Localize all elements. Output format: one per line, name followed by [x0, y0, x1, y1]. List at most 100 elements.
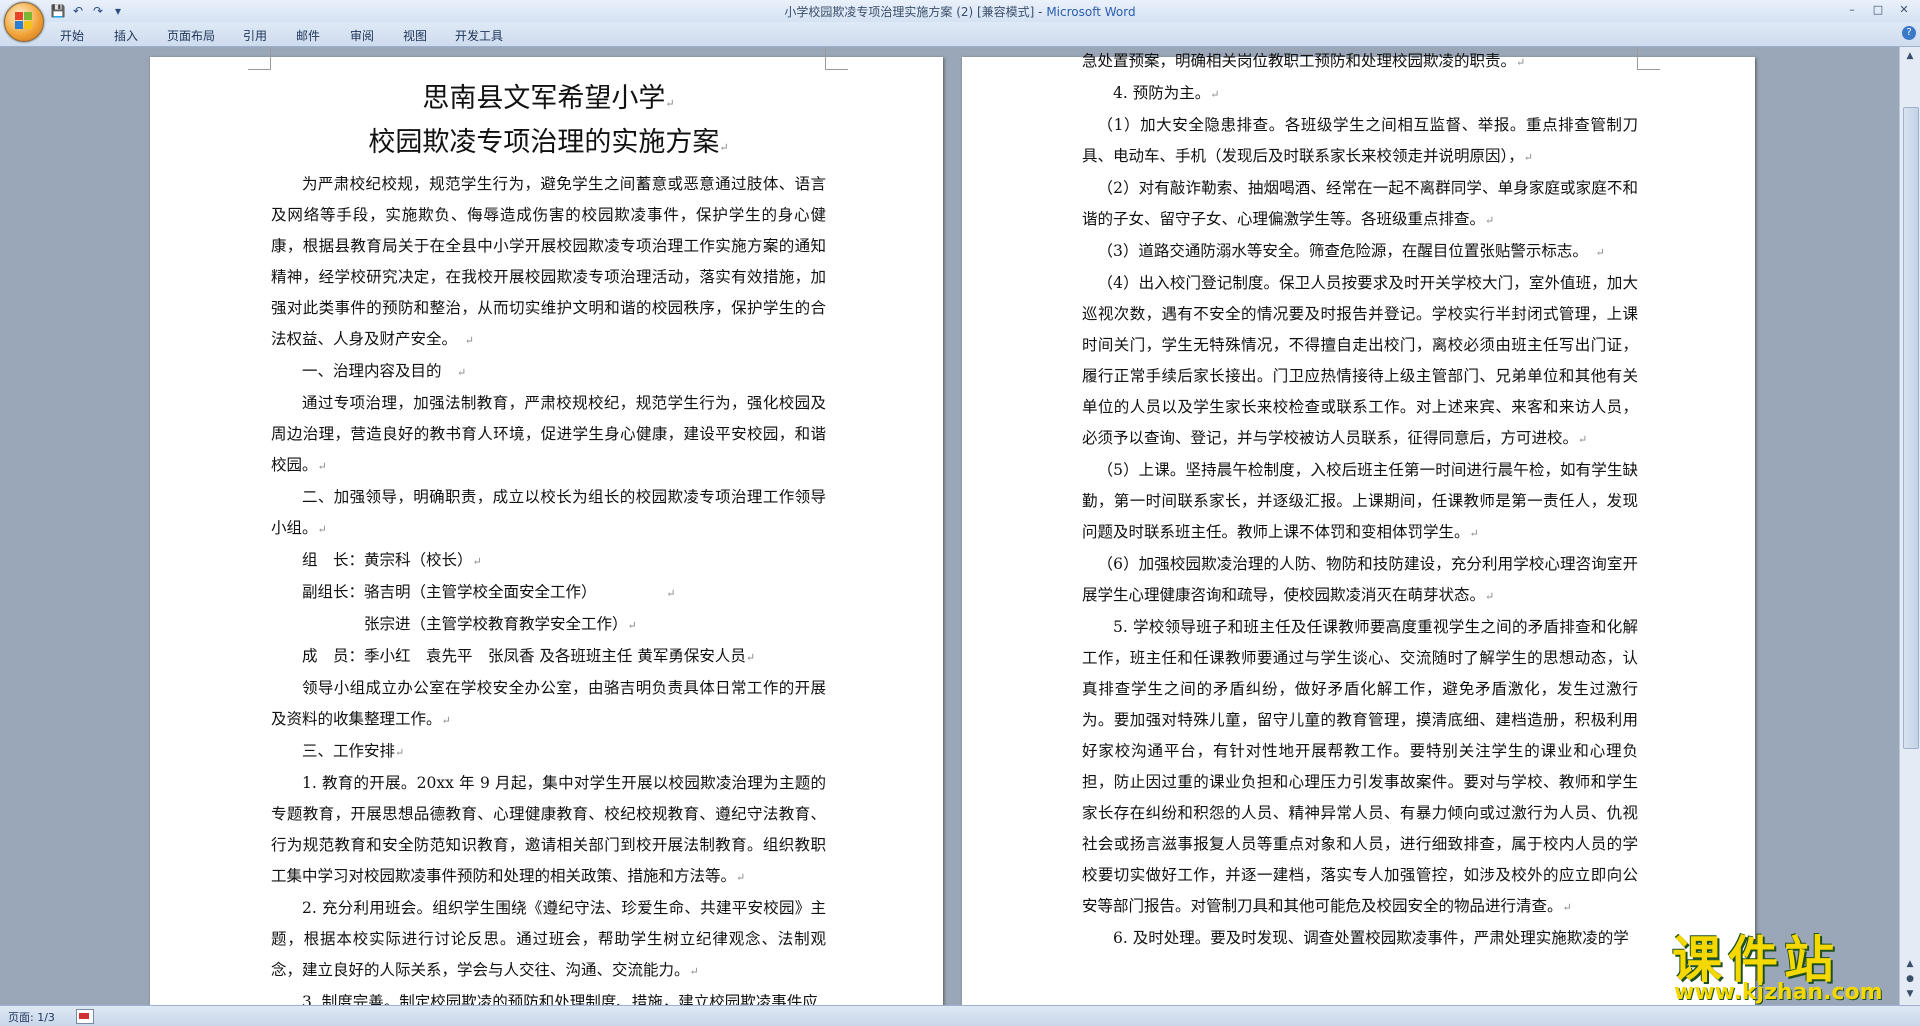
paragraph-mark: ↵: [464, 334, 474, 347]
office-button[interactable]: [4, 2, 44, 42]
paragraph-mark: ↵: [395, 746, 405, 759]
paragraph-mark: ↵: [457, 366, 467, 379]
paragraph-mark: ↵: [317, 460, 327, 473]
purpose-paragraph: 通过专项治理，加强法制教育，严肃校规校纪，规范学生行为，强化校园及周边治理，营造…: [271, 388, 826, 482]
paragraph-mark: ↵: [1485, 214, 1495, 227]
paragraph-mark: ↵: [1469, 527, 1479, 540]
status-bar: 页面: 1/3: [0, 1005, 1920, 1026]
leader-line: 组 长：黄宗科（校长）↵: [271, 545, 826, 577]
item-6-paragraph: 6. 及时处理。要及时发现、调查处置校园欺凌事件，严肃处理实施欺凌的学: [1082, 923, 1638, 954]
minimize-button[interactable]: –: [1840, 2, 1864, 18]
continuation-text: 急处置预案，明确相关岗位教职工预防和处理校园欺凌的职责。: [1082, 52, 1517, 70]
subitem-3-text: （3）道路交通防溺水等安全。筛查危险源，在醒目位置张贴警示标志。: [1097, 242, 1581, 260]
page-2-text[interactable]: 急处置预案，明确相关岗位教职工预防和处理校园欺凌的职责。↵ 4. 预防为主。↵ …: [1082, 47, 1638, 954]
members-text: 成 员：季小红 袁先平 张凤香 及各班班主任 黄军勇保安人员: [302, 647, 746, 665]
leader-text: 组 长：黄宗科（校长）: [302, 551, 473, 569]
paragraph-mark: ↵: [1485, 590, 1495, 603]
paragraph-mark: ↵: [666, 587, 676, 600]
item-3-paragraph: 3. 制度完善。制定校园欺凌的预防和处理制度、措施，建立校园欺凌事件应: [271, 987, 826, 1005]
item-4-text: 4. 预防为主。: [1113, 84, 1211, 102]
watermark-url: www.kjzhan.com: [1674, 980, 1883, 1005]
tab-view[interactable]: 视图: [403, 27, 427, 44]
browse-object-icon[interactable]: ●: [1903, 972, 1917, 986]
continuation-paragraph: 急处置预案，明确相关岗位教职工预防和处理校园欺凌的职责。↵: [1082, 47, 1638, 78]
item-1-text: 1. 教育的开展。20xx 年 9 月起，集中对学生开展以校园欺凌治理为主题的专…: [271, 774, 826, 885]
macro-record-icon[interactable]: [76, 1009, 94, 1024]
vertical-scrollbar[interactable]: ▲ ▲ ● ▼: [1899, 47, 1920, 1005]
subitem-3: （3）道路交通防溺水等安全。筛查危险源，在醒目位置张贴警示标志。 ↵: [1082, 236, 1638, 268]
next-page-icon[interactable]: ▼: [1903, 987, 1917, 1001]
section-heading-2: 二、加强领导，明确职责，成立以校长为组长的校园欺凌专项治理工作领导小组。↵: [271, 482, 826, 545]
school-name-title: 思南县文军希望小学↵: [271, 79, 826, 123]
page-1-text[interactable]: 思南县文军希望小学↵ 校园欺凌专项治理的实施方案↵ 为严肃校纪校规，规范学生行为…: [271, 79, 826, 1005]
paragraph-mark: ↵: [317, 523, 327, 536]
intro-paragraph: 为严肃校纪校规，规范学生行为，避免学生之间蓄意或恶意通过肢体、语言及网络等手段，…: [271, 169, 826, 356]
section-heading-2-text: 二、加强领导，明确职责，成立以校长为组长的校园欺凌专项治理工作领导小组。: [271, 488, 826, 537]
document-page-2[interactable]: 急处置预案，明确相关岗位教职工预防和处理校园欺凌的职责。↵ 4. 预防为主。↵ …: [962, 47, 1755, 1005]
subitem-2: （2）对有敲诈勒索、抽烟喝酒、经常在一起不离群同学、单身家庭或家庭不和谐的子女、…: [1082, 173, 1638, 236]
paragraph-mark: ↵: [719, 141, 729, 154]
subitem-5-text: （5）上课。坚持晨午检制度，入校后班主任第一时间进行晨午检，如有学生缺勤，第一时…: [1082, 461, 1638, 541]
item-1-paragraph: 1. 教育的开展。20xx 年 9 月起，集中对学生开展以校园欺凌治理为主题的专…: [271, 768, 826, 893]
members-line: 成 员：季小红 袁先平 张凤香 及各班班主任 黄军勇保安人员↵: [271, 641, 826, 673]
title-bar: 💾 ↶ ↷ ▾ 小学校园欺凌专项治理实施方案 (2) [兼容模式] - Micr…: [0, 0, 1920, 23]
paragraph-mark: ↵: [1523, 151, 1533, 164]
close-button[interactable]: ✕: [1892, 2, 1916, 18]
office-paragraph: 领导小组成立办公室在学校安全办公室，由骆吉明负责具体日常工作的开展及资料的收集整…: [271, 673, 826, 736]
section-heading-1-text: 一、治理内容及目的: [302, 362, 442, 380]
subitem-1-text: （1）加大安全隐患排查。各班级学生之间相互监督、举报。重点排查管制刀具、电动车、…: [1082, 116, 1638, 165]
intro-text: 为严肃校纪校规，规范学生行为，避免学生之间蓄意或恶意通过肢体、语言及网络等手段，…: [271, 175, 826, 348]
margin-corner: [1637, 47, 1660, 70]
plan-title-text: 校园欺凌专项治理的实施方案: [368, 127, 720, 158]
school-name-text: 思南县文军希望小学: [422, 83, 666, 114]
app-name: Microsoft Word: [1046, 5, 1136, 19]
tab-home[interactable]: 开始: [60, 27, 84, 44]
tab-review[interactable]: 审阅: [350, 27, 374, 44]
tab-page-layout[interactable]: 页面布局: [167, 27, 215, 44]
document-title: 小学校园欺凌专项治理实施方案 (2) [兼容模式] -: [784, 5, 1047, 19]
subitem-4-text: （4）出入校门登记制度。保卫人员按要求及时开关学校大门，室外值班，加大巡视次数，…: [1082, 274, 1638, 447]
subitem-6: （6）加强校园欺凌治理的人防、物防和技防建设，充分利用学校心理咨询室开展学生心理…: [1082, 549, 1638, 612]
paragraph-mark: ↵: [441, 714, 451, 727]
tab-mailings[interactable]: 邮件: [296, 27, 320, 44]
paragraph-mark: ↵: [1578, 433, 1588, 446]
paragraph-mark: ↵: [472, 555, 482, 568]
section-heading-3-text: 三、工作安排: [302, 742, 396, 760]
item-5-paragraph: 5. 学校领导班子和班主任及任课教师要高度重视学生之间的矛盾排查和化解工作，班主…: [1082, 612, 1638, 923]
tab-insert[interactable]: 插入: [114, 27, 138, 44]
plan-title: 校园欺凌专项治理的实施方案↵: [271, 123, 826, 167]
paragraph-mark: ↵: [745, 651, 756, 664]
help-icon[interactable]: ?: [1902, 26, 1916, 40]
section-heading-1: 一、治理内容及目的 ↵: [271, 356, 826, 388]
deputy-2-text: 张宗进（主管学校教育教学安全工作）: [364, 615, 628, 633]
window-controls: – □ ✕: [1840, 2, 1916, 18]
tab-references[interactable]: 引用: [243, 27, 267, 44]
paragraph-mark: ↵: [665, 97, 675, 110]
paragraph-mark: ↵: [1562, 901, 1572, 914]
window-title: 小学校园欺凌专项治理实施方案 (2) [兼容模式] - Microsoft Wo…: [0, 3, 1920, 20]
document-workspace[interactable]: 思南县文军希望小学↵ 校园欺凌专项治理的实施方案↵ 为严肃校纪校规，规范学生行为…: [0, 47, 1900, 1005]
item-3-text: 3. 制度完善。制定校园欺凌的预防和处理制度、措施，建立校园欺凌事件应: [302, 993, 818, 1005]
page-indicator[interactable]: 页面: 1/3: [8, 1009, 55, 1025]
item-4-heading: 4. 预防为主。↵: [1082, 78, 1638, 110]
previous-page-icon[interactable]: ▲: [1903, 957, 1917, 971]
office-logo-icon: [15, 12, 33, 30]
deputy-line-2: 张宗进（主管学校教育教学安全工作）↵: [271, 609, 826, 641]
document-page-1[interactable]: 思南县文军希望小学↵ 校园欺凌专项治理的实施方案↵ 为严肃校纪校规，规范学生行为…: [150, 47, 943, 1005]
purpose-text: 通过专项治理，加强法制教育，严肃校规校纪，规范学生行为，强化校园及周边治理，营造…: [271, 394, 826, 474]
paragraph-mark: ↵: [1210, 88, 1220, 101]
item-6-text: 6. 及时处理。要及时发现、调查处置校园欺凌事件，严肃处理实施欺凌的学: [1113, 929, 1629, 947]
ribbon-tabs: 开始 插入 页面布局 引用 邮件 审阅 视图 开发工具 ?: [0, 22, 1920, 47]
watermark-logo: 课件站 www.kjzhan.com: [1668, 920, 1900, 1005]
section-heading-3: 三、工作安排↵: [271, 736, 826, 768]
scroll-up-icon[interactable]: ▲: [1903, 49, 1917, 63]
tab-developer[interactable]: 开发工具: [455, 27, 503, 44]
subitem-1: （1）加大安全隐患排查。各班级学生之间相互监督、举报。重点排查管制刀具、电动车、…: [1082, 110, 1638, 173]
maximize-button[interactable]: □: [1866, 2, 1890, 18]
margin-corner: [248, 47, 271, 70]
item-5-text: 5. 学校领导班子和班主任及任课教师要高度重视学生之间的矛盾排查和化解工作，班主…: [1082, 618, 1638, 915]
paragraph-mark: ↵: [689, 965, 699, 978]
item-2-text: 2. 充分利用班会。组织学生围绕《遵纪守法、珍爱生命、共建平安校园》主题，根据本…: [271, 899, 826, 979]
scrollbar-thumb[interactable]: [1903, 107, 1919, 749]
deputy-1-text: 副组长：骆吉明（主管学校全面安全工作）: [302, 583, 589, 601]
